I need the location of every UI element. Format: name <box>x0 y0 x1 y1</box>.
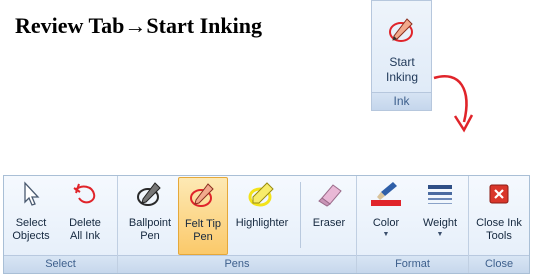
weight-dropdown-icon: ▼ <box>436 231 444 238</box>
highlighter-button[interactable]: Highlighter <box>230 180 294 252</box>
ink-group-label: Ink <box>372 92 431 110</box>
eraser-icon <box>306 180 352 212</box>
highlighter-icon <box>230 180 294 212</box>
heading-part-review: Review Tab <box>15 13 125 38</box>
arrow-icon: → <box>124 13 147 38</box>
start-inking-button[interactable]: Start Inking <box>376 15 428 95</box>
ink-tools-ribbon: Select Objects Delete All Ink Select Bal… <box>3 175 530 274</box>
start-inking-label-2: Inking <box>385 70 419 84</box>
pens-group: Ballpoint Pen Felt Tip Pen Highlighter E… <box>118 176 357 273</box>
ballpoint-pen-icon <box>124 180 176 212</box>
instruction-heading: Review Tab→Start Inking <box>15 13 262 39</box>
close-group: Close Ink Tools Close <box>469 176 529 273</box>
felt-tip-pen-icon <box>179 181 227 213</box>
start-inking-label-1: Start <box>389 55 415 69</box>
color-button[interactable]: Color ▼ <box>361 180 411 252</box>
delete-ink-icon <box>59 180 111 212</box>
start-inking-icon <box>376 15 428 49</box>
color-dropdown-icon: ▼ <box>382 231 390 238</box>
format-group-label: Format <box>357 255 468 273</box>
heading-part-start: Start Inking <box>146 13 262 38</box>
close-ink-tools-button[interactable]: Close Ink Tools <box>471 180 527 252</box>
select-group-label: Select <box>4 255 117 273</box>
felt-tip-pen-button[interactable]: Felt Tip Pen <box>178 177 228 255</box>
close-icon <box>471 180 527 212</box>
color-brush-icon <box>361 180 411 212</box>
delete-all-ink-button[interactable]: Delete All Ink <box>59 180 111 252</box>
select-objects-button[interactable]: Select Objects <box>7 180 55 252</box>
eraser-button[interactable]: Eraser <box>306 180 352 252</box>
format-group: Color ▼ Weight ▼ Format <box>357 176 469 273</box>
select-group: Select Objects Delete All Ink Select <box>4 176 118 273</box>
weight-button[interactable]: Weight ▼ <box>415 180 465 252</box>
line-weight-icon <box>415 180 465 212</box>
pens-separator <box>300 182 301 248</box>
close-group-label: Close <box>469 255 529 273</box>
select-arrow-icon <box>7 180 55 212</box>
pens-group-label: Pens <box>118 255 356 273</box>
curved-arrow-icon <box>433 75 474 133</box>
ballpoint-pen-button[interactable]: Ballpoint Pen <box>124 180 176 252</box>
ink-group-callout: Start Inking Ink <box>371 0 432 111</box>
